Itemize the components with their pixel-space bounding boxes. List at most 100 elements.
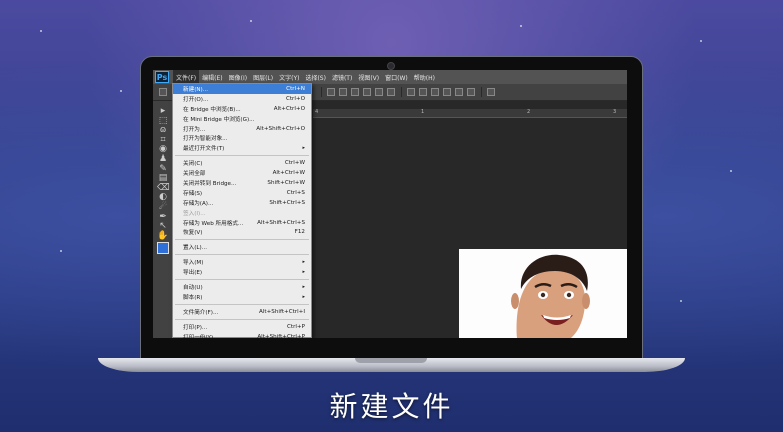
file-menu-item[interactable]: 存储(S) Ctrl+S xyxy=(173,188,311,198)
menu-0[interactable]: 文件(F) xyxy=(173,70,200,84)
menu-item-shortcut: Alt+Shift+Ctrl+O xyxy=(256,125,305,132)
distribute-top-button[interactable] xyxy=(407,88,415,96)
menu-item-shortcut: Shift+Ctrl+S xyxy=(269,199,305,206)
file-menu-item[interactable]: 脚本(R) ▸ xyxy=(173,292,311,302)
file-menu-item[interactable]: 打开(O)... Ctrl+O xyxy=(173,94,311,104)
ruler-tick: 3 xyxy=(613,109,617,115)
file-menu-item[interactable]: 最近打开文件(T) ▸ xyxy=(173,143,311,153)
align-middle-button[interactable] xyxy=(339,88,347,96)
align-center-button[interactable] xyxy=(375,88,383,96)
submenu-arrow-icon: ▸ xyxy=(302,293,305,300)
menu-7[interactable]: 视图(V) xyxy=(355,70,382,84)
star xyxy=(250,20,252,22)
submenu-arrow-icon: ▸ xyxy=(302,259,305,266)
star xyxy=(680,300,682,302)
menu-item-label: 最近打开文件(T) xyxy=(183,146,225,153)
file-menu-item[interactable]: 关闭(C) Ctrl+W xyxy=(173,158,311,168)
menu-item-shortcut: Alt+Ctrl+W xyxy=(272,170,305,177)
menu-item-shortcut: Alt+Shift+Ctrl+P xyxy=(257,333,305,338)
star xyxy=(120,90,122,92)
menu-item-label: 存储为(A)... xyxy=(183,200,214,207)
menu-item-label: 打开为... xyxy=(183,126,206,133)
menu-item-label: 自动(U) xyxy=(183,284,203,291)
foreground-color-swatch[interactable] xyxy=(157,242,169,254)
smiling-man-photo xyxy=(459,249,627,338)
distribute-left-button[interactable] xyxy=(443,88,451,96)
menu-item-label: 在 Mini Bridge 中浏览(G)... xyxy=(183,116,255,123)
menu-separator xyxy=(175,254,309,256)
divider xyxy=(321,87,322,97)
menu-separator xyxy=(175,239,309,241)
menu-item-label: 在 Bridge 中浏览(B)... xyxy=(183,106,241,113)
align-top-button[interactable] xyxy=(327,88,335,96)
file-menu-item[interactable]: 存储为(A)... Shift+Ctrl+S xyxy=(173,198,311,208)
file-menu-item[interactable]: 打开为智能对象... xyxy=(173,133,311,143)
distribute-bottom-button[interactable] xyxy=(431,88,439,96)
ps-logo: Ps xyxy=(155,71,169,83)
divider xyxy=(401,87,402,97)
file-menu-item[interactable]: 关闭全部 Alt+Ctrl+W xyxy=(173,168,311,178)
laptop-notch xyxy=(355,358,427,363)
document-canvas-photo xyxy=(459,249,627,338)
file-menu-item[interactable]: 新建(N)... Ctrl+N xyxy=(173,84,311,94)
menu-1[interactable]: 编辑(E) xyxy=(199,70,225,84)
menu-5[interactable]: 选择(S) xyxy=(302,70,329,84)
menu-item-label: 存储为 Web 所用格式... xyxy=(183,220,244,227)
menu-separator xyxy=(175,303,309,305)
menu-8[interactable]: 窗口(W) xyxy=(382,70,411,84)
distribute-right-button[interactable] xyxy=(467,88,475,96)
tool-preset-button[interactable] xyxy=(159,88,167,96)
menu-separator xyxy=(175,318,309,320)
menu-item-label: 导入(M) xyxy=(183,260,204,267)
ruler-tick: 1 xyxy=(421,109,425,115)
file-menu-item[interactable]: 存储为 Web 所用格式... Alt+Shift+Ctrl+S xyxy=(173,218,311,228)
submenu-arrow-icon: ▸ xyxy=(302,283,305,290)
file-menu-item[interactable]: 在 Mini Bridge 中浏览(G)... xyxy=(173,114,311,124)
align-right-button[interactable] xyxy=(387,88,395,96)
menu-item-label: 关闭并转到 Bridge... xyxy=(183,180,237,187)
horizontal-ruler: 4 1 2 3 xyxy=(313,109,627,118)
file-menu-item[interactable]: 打开为... Alt+Shift+Ctrl+O xyxy=(173,124,311,134)
menu-item-shortcut: Ctrl+W xyxy=(284,160,305,167)
file-menu-item[interactable]: 签入(I)... xyxy=(173,208,311,218)
auto-align-button[interactable] xyxy=(487,88,495,96)
menu-item-shortcut: Ctrl+N xyxy=(286,85,305,92)
align-bottom-button[interactable] xyxy=(351,88,359,96)
ruler-tick: 2 xyxy=(527,109,531,115)
menu-separator xyxy=(175,279,309,281)
file-menu-item[interactable]: 置入(L)... xyxy=(173,242,311,252)
distribute-middle-button[interactable] xyxy=(419,88,427,96)
align-left-button[interactable] xyxy=(363,88,371,96)
menu-item-label: 打印一份(Y) xyxy=(183,334,214,338)
photoshop-window: Ps 文件(F) 编辑(E) 图像(I) 图层(L) 文字(Y) 选择(S) 滤镜(T) 视图… xyxy=(153,70,627,338)
file-menu-item[interactable]: 恢复(V) F12 xyxy=(173,227,311,237)
menu-6[interactable]: 滤镜(T) xyxy=(329,70,355,84)
menu-item-label: 打印(P)... xyxy=(183,324,208,331)
menu-item-label: 导出(E) xyxy=(183,270,203,277)
file-menu-item[interactable]: 在 Bridge 中浏览(B)... Alt+Ctrl+O xyxy=(173,104,311,114)
file-menu-item[interactable]: 打印一份(Y) Alt+Shift+Ctrl+P xyxy=(173,332,311,338)
menu-3[interactable]: 图层(L) xyxy=(250,70,276,84)
file-menu-item[interactable]: 自动(U) ▸ xyxy=(173,282,311,292)
star xyxy=(60,250,62,252)
file-menu-item[interactable]: 打印(P)... Ctrl+P xyxy=(173,322,311,332)
distribute-center-button[interactable] xyxy=(455,88,463,96)
file-menu-item[interactable]: 导入(M) ▸ xyxy=(173,257,311,267)
menu-item-label: 新建(N)... xyxy=(183,86,209,93)
file-menu-item[interactable]: 导出(E) ▸ xyxy=(173,267,311,277)
menu-item-shortcut: Alt+Ctrl+O xyxy=(273,105,305,112)
menu-item-shortcut: Alt+Shift+Ctrl+S xyxy=(257,219,305,226)
divider xyxy=(481,87,482,97)
menu-9[interactable]: 帮助(H) xyxy=(411,70,438,84)
star xyxy=(520,25,522,27)
menu-item-label: 签入(I)... xyxy=(183,210,206,217)
menu-item-shortcut: Ctrl+O xyxy=(285,95,305,102)
menu-2[interactable]: 图像(I) xyxy=(226,70,250,84)
file-menu-item[interactable]: 关闭并转到 Bridge... Shift+Ctrl+W xyxy=(173,178,311,188)
menu-item-shortcut: Shift+Ctrl+W xyxy=(267,179,305,186)
menu-4[interactable]: 文字(Y) xyxy=(276,70,302,84)
submenu-arrow-icon: ▸ xyxy=(302,145,305,152)
menu-bar: Ps 文件(F) 编辑(E) 图像(I) 图层(L) 文字(Y) 选择(S) 滤镜(T) 视图… xyxy=(153,70,627,84)
file-menu-item[interactable]: 文件简介(F)... Alt+Shift+Ctrl+I xyxy=(173,307,311,317)
hand-tool-icon[interactable]: ✋ xyxy=(157,230,169,242)
